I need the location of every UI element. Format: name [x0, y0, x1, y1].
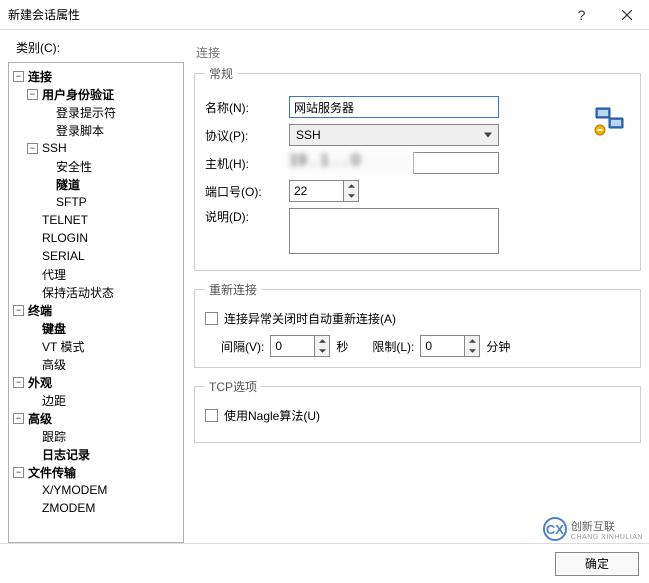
tree-item-xymodem[interactable]: X/YMODEM [11, 481, 181, 499]
collapse-icon[interactable]: − [13, 71, 24, 82]
label-description: 说明(D): [205, 208, 289, 225]
tree-item-margin[interactable]: 边距 [11, 391, 181, 409]
collapse-icon[interactable]: − [27, 143, 38, 154]
tree-item-connection[interactable]: − 连接 [11, 67, 181, 85]
tree-item-vtmode[interactable]: VT 模式 [11, 337, 181, 355]
label-protocol: 协议(P): [205, 127, 289, 144]
spin-up-icon[interactable] [465, 336, 479, 346]
unit-minutes: 分钟 [486, 338, 510, 355]
tree-item-rlogin[interactable]: RLOGIN [11, 229, 181, 247]
group-general-legend: 常规 [205, 65, 237, 82]
protocol-value: SSH [296, 128, 321, 142]
auto-reconnect-label: 连接异常关闭时自动重新连接(A) [224, 310, 396, 327]
network-icon [593, 104, 627, 141]
tree-item-auth[interactable]: − 用户身份验证 [11, 85, 181, 103]
tree-item-file-transfer[interactable]: − 文件传输 [11, 463, 181, 481]
tree-item-appearance[interactable]: − 外观 [11, 373, 181, 391]
group-reconnect-legend: 重新连接 [205, 281, 261, 298]
tree-item-tunnel[interactable]: 隧道 [11, 175, 181, 193]
spin-down-icon[interactable] [465, 346, 479, 356]
auto-reconnect-checkbox[interactable] [205, 312, 218, 325]
help-button[interactable]: ? [559, 0, 604, 30]
collapse-icon[interactable]: − [27, 89, 38, 100]
host-input[interactable] [413, 152, 499, 174]
label-name: 名称(N): [205, 99, 289, 116]
tree-item-login-script[interactable]: 登录脚本 [11, 121, 181, 139]
watermark: CX 创新互联 CHANG XINHULIAN [543, 517, 643, 541]
group-general: 常规 名称(N): 协议(P): SSH 主机(H): 19 . 1 . . 0… [194, 65, 641, 271]
watermark-logo-icon: CX [543, 517, 567, 541]
tree-item-keepalive[interactable]: 保持活动状态 [11, 283, 181, 301]
tree-item-ssh[interactable]: − SSH [11, 139, 181, 157]
category-label: 类别(C): [8, 36, 184, 62]
tree-item-serial[interactable]: SERIAL [11, 247, 181, 265]
description-textarea[interactable] [289, 208, 499, 254]
panel-heading: 连接 [194, 36, 641, 65]
collapse-icon[interactable]: − [13, 467, 24, 478]
tree-item-telnet[interactable]: TELNET [11, 211, 181, 229]
collapse-icon[interactable]: − [13, 413, 24, 424]
tree-item-sftp[interactable]: SFTP [11, 193, 181, 211]
tree-item-security[interactable]: 安全性 [11, 157, 181, 175]
close-button[interactable] [604, 0, 649, 30]
spin-down-icon[interactable] [344, 191, 358, 201]
interval-spinner[interactable] [270, 335, 330, 357]
nagle-checkbox[interactable] [205, 409, 218, 422]
button-row: 确定 [0, 543, 649, 583]
limit-spinner[interactable] [420, 335, 480, 357]
tree-item-login-prompt[interactable]: 登录提示符 [11, 103, 181, 121]
unit-seconds: 秒 [336, 338, 348, 355]
name-input[interactable] [289, 96, 499, 118]
host-input-blurred: 19 . 1 . . 0 [289, 152, 413, 174]
ok-button[interactable]: 确定 [555, 552, 639, 576]
limit-input[interactable] [420, 335, 464, 357]
port-spinner[interactable] [289, 180, 359, 202]
spin-up-icon[interactable] [344, 181, 358, 191]
help-icon: ? [578, 7, 586, 23]
tree-item-keyboard[interactable]: 键盘 [11, 319, 181, 337]
group-tcp-legend: TCP选项 [205, 378, 261, 395]
tree-item-zmodem[interactable]: ZMODEM [11, 499, 181, 517]
label-host: 主机(H): [205, 155, 289, 172]
protocol-select[interactable]: SSH [289, 124, 499, 146]
spin-down-icon[interactable] [315, 346, 329, 356]
label-port: 端口号(O): [205, 183, 289, 200]
titlebar: 新建会话属性 ? [0, 0, 649, 30]
tree-item-advanced[interactable]: 高级 [11, 355, 181, 373]
group-tcp: TCP选项 使用Nagle算法(U) [194, 378, 641, 443]
label-limit: 限制(L): [372, 338, 414, 355]
tree-item-tracking[interactable]: 跟踪 [11, 427, 181, 445]
interval-input[interactable] [270, 335, 314, 357]
window-title: 新建会话属性 [8, 6, 559, 23]
category-tree[interactable]: − 连接 − 用户身份验证 登录提示符 登录脚本 [8, 62, 184, 543]
port-input[interactable] [289, 180, 343, 202]
tree-item-proxy[interactable]: 代理 [11, 265, 181, 283]
tree-item-advanced2[interactable]: − 高级 [11, 409, 181, 427]
spin-up-icon[interactable] [315, 336, 329, 346]
collapse-icon[interactable]: − [13, 305, 24, 316]
close-icon [622, 10, 632, 20]
tree-item-log[interactable]: 日志记录 [11, 445, 181, 463]
group-reconnect: 重新连接 连接异常关闭时自动重新连接(A) 间隔(V): 秒 限制(L): [194, 281, 641, 368]
nagle-label: 使用Nagle算法(U) [224, 407, 320, 424]
tree-item-terminal[interactable]: − 终端 [11, 301, 181, 319]
label-interval: 间隔(V): [221, 338, 264, 355]
collapse-icon[interactable]: − [13, 377, 24, 388]
